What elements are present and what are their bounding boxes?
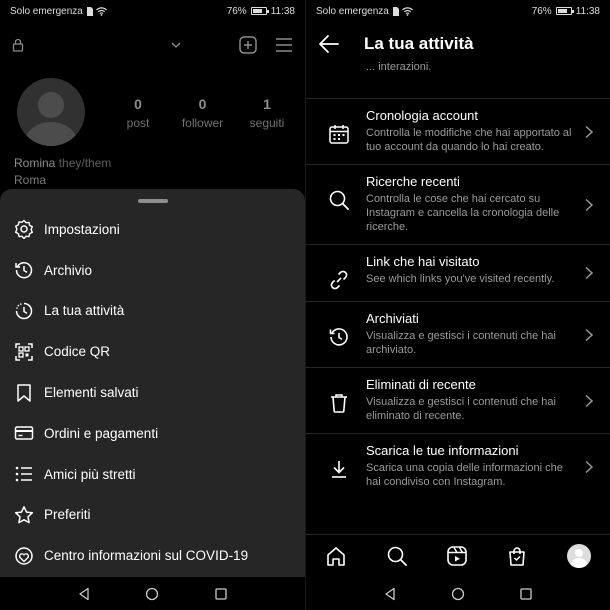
close-friends-icon [14, 464, 34, 484]
menu-item-favorites[interactable]: Preferiti [0, 495, 305, 536]
menu-item-label: Preferiti [44, 507, 91, 523]
carrier-text: Solo emergenza [10, 5, 83, 17]
chevron-right-icon [585, 460, 594, 473]
menu-item-orders-payments[interactable]: Ordini e pagamenti [0, 413, 305, 454]
menu-item-saved[interactable]: Elementi salvati [0, 372, 305, 413]
menu-item-settings[interactable]: Impostazioni [0, 209, 305, 250]
android-nav-bar [306, 577, 610, 610]
profile-stats: 0 post 0 follower 1 seguiti [108, 96, 297, 130]
search-icon[interactable] [386, 545, 408, 567]
home-nav-icon[interactable] [145, 587, 159, 601]
profile-pronouns: they/them [58, 156, 112, 170]
chevron-right-icon [585, 198, 594, 211]
link-icon [330, 270, 348, 290]
back-nav-icon[interactable] [77, 587, 91, 601]
right-screen-your-activity: Solo emergenza 76% 11:38 La tua attività… [305, 0, 610, 610]
credit-card-icon [14, 423, 34, 443]
search-icon [329, 190, 349, 210]
calendar-icon [329, 125, 349, 144]
status-bar: Solo emergenza 76% 11:38 [0, 0, 305, 22]
menu-item-label: Ordini e pagamenti [44, 425, 159, 441]
download-icon [332, 461, 346, 478]
back-arrow-icon[interactable] [318, 33, 340, 55]
battery-percent: 76% [226, 5, 247, 17]
qr-code-icon [14, 342, 34, 362]
home-icon[interactable] [325, 545, 347, 567]
left-screen-profile-menu: Solo emergenza 76% 11:38 0 post 0 follower… [0, 0, 305, 610]
shop-icon[interactable] [506, 545, 528, 567]
profile-background: 0 post 0 follower 1 seguiti Romina they/the… [0, 22, 305, 192]
menu-item-label: Impostazioni [44, 221, 120, 237]
wifi-icon [95, 6, 107, 16]
chevron-right-icon [585, 125, 594, 138]
profile-bio: Romina they/them Roma [14, 156, 111, 187]
activity-item-archived[interactable]: Archiviati Visualizza e gestisci i conten… [306, 301, 610, 367]
activity-item-visited-links[interactable]: Link che hai visitato See which links you… [306, 244, 610, 301]
battery-icon [250, 7, 269, 15]
activity-icon [14, 301, 34, 321]
archive-icon [329, 328, 348, 346]
menu-item-covid-info[interactable]: Centro informazioni sul COVID-19 [0, 535, 305, 576]
menu-item-label: Archivio [44, 262, 93, 278]
menu-item-label: Amici più stretti [44, 466, 136, 482]
activity-item-recently-deleted[interactable]: Eliminati di recente Visualizza e gestisc… [306, 367, 610, 433]
android-nav-bar [0, 577, 305, 610]
activity-item-recent-searches[interactable]: Ricerche recenti Controlla le cose che ha… [306, 164, 610, 244]
sheet-drag-handle[interactable] [138, 199, 168, 203]
battery-percent: 76% [531, 5, 552, 17]
menu-item-label: Elementi salvati [44, 385, 139, 401]
chevron-right-icon [585, 328, 594, 341]
back-nav-icon[interactable] [383, 587, 397, 601]
activity-item-account-history[interactable]: Cronologia account Controlla le modifiche… [306, 98, 610, 164]
star-icon [14, 505, 34, 525]
hamburger-menu-icon[interactable] [275, 38, 293, 52]
chevron-down-icon[interactable] [171, 42, 181, 48]
menu-item-close-friends[interactable]: Amici più stretti [0, 454, 305, 495]
stat-following[interactable]: 1 seguiti [237, 96, 297, 130]
add-post-icon[interactable] [239, 36, 257, 54]
sim-icon [392, 6, 399, 16]
recents-nav-icon[interactable] [214, 587, 228, 601]
clock: 11:38 [575, 5, 600, 17]
menu-item-label: La tua attività [44, 303, 125, 319]
page-title: La tua attività [364, 34, 474, 53]
menu-item-qr-code[interactable]: Codice QR [0, 331, 305, 372]
status-bar: Solo emergenza 76% 11:38 [306, 0, 610, 22]
reels-icon[interactable] [446, 545, 468, 567]
stat-posts[interactable]: 0 post [108, 96, 168, 130]
carrier-text: Solo emergenza [316, 5, 389, 17]
app-tab-bar [306, 534, 610, 577]
trash-icon [331, 394, 347, 413]
menu-item-archive[interactable]: Archivio [0, 250, 305, 291]
chevron-right-icon [585, 394, 594, 407]
bookmark-icon [14, 383, 34, 403]
covid-info-icon [14, 546, 34, 566]
partial-item-text: ... interazioni. [366, 61, 432, 73]
battery-icon [555, 7, 574, 15]
stat-followers[interactable]: 0 follower [173, 96, 233, 130]
profile-avatar[interactable] [566, 544, 591, 568]
chevron-right-icon [585, 266, 594, 280]
settings-icon [14, 219, 34, 240]
menu-item-your-activity[interactable]: La tua attività [0, 291, 305, 332]
menu-item-label: Codice QR [44, 344, 111, 360]
wifi-icon [401, 6, 413, 16]
sim-icon [86, 6, 93, 16]
menu-bottom-sheet: Impostazioni Archivio La tua attività Co… [0, 189, 305, 577]
profile-avatar [17, 78, 85, 146]
archive-icon [14, 260, 34, 280]
recents-nav-icon[interactable] [519, 587, 533, 601]
activity-list[interactable]: ... interazioni. Cronologia account Contr… [306, 56, 610, 534]
profile-location: Roma [14, 173, 47, 187]
profile-name: Romina [14, 156, 56, 170]
menu-item-label: Centro informazioni sul COVID-19 [44, 548, 249, 564]
clock: 11:38 [270, 5, 295, 17]
home-nav-icon[interactable] [451, 587, 465, 601]
lock-icon [12, 38, 24, 52]
activity-item-download-info[interactable]: Scarica le tue informazioni Scarica una c… [306, 433, 610, 499]
